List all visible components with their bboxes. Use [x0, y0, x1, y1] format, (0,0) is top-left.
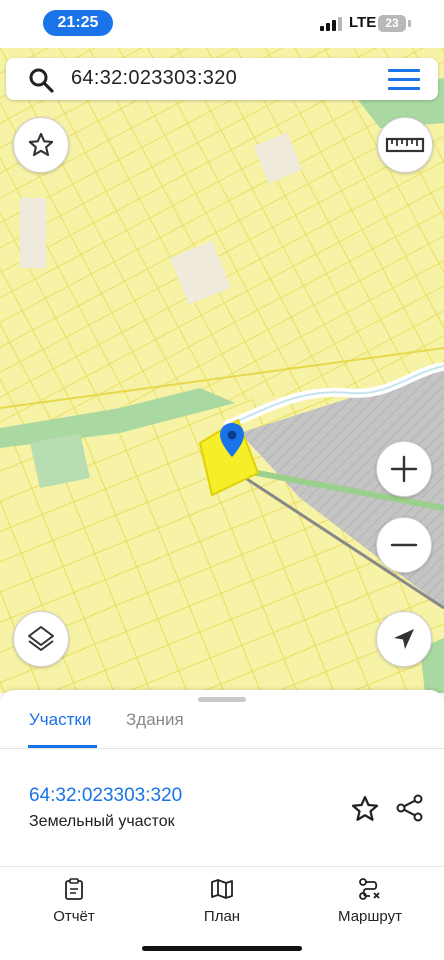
search-input[interactable]: 64:32:023303:320 — [71, 67, 237, 90]
search-bar[interactable]: 64:32:023303:320 — [6, 58, 438, 100]
share-icon[interactable] — [395, 793, 425, 823]
favorite-button[interactable] — [13, 117, 69, 173]
map-icon — [211, 879, 233, 899]
nav-report[interactable]: Отчёт — [19, 878, 129, 925]
plus-icon — [390, 455, 418, 483]
parcel-type-label: Земельный участок — [29, 813, 175, 830]
tab-buildings[interactable]: Здания — [126, 710, 184, 730]
nav-plan-label: План — [203, 908, 241, 925]
navigation-arrow-icon — [394, 629, 414, 649]
location-pin-icon[interactable] — [219, 422, 245, 458]
status-time: 21:25 — [43, 10, 113, 36]
battery-icon: 23 — [378, 15, 406, 32]
network-label: LTE — [349, 14, 377, 31]
ruler-icon — [385, 137, 425, 153]
bottom-navigation: Отчёт План Маршрут — [0, 868, 444, 960]
zoom-out-button[interactable] — [376, 517, 432, 573]
hamburger-menu-icon[interactable] — [388, 69, 420, 96]
status-bar: 21:25 LTE 23 — [0, 0, 444, 48]
ruler-button[interactable] — [377, 117, 433, 173]
minus-icon — [390, 543, 418, 547]
clipboard-icon — [65, 878, 83, 900]
drag-handle[interactable] — [198, 697, 246, 702]
nav-report-label: Отчёт — [53, 908, 95, 925]
star-icon[interactable] — [350, 794, 380, 824]
zoom-in-button[interactable] — [376, 441, 432, 497]
sheet-divider — [0, 866, 444, 867]
parcel-number-link[interactable]: 64:32:023303:320 — [29, 785, 182, 807]
layers-icon — [28, 626, 54, 651]
nav-plan[interactable]: План — [167, 878, 277, 925]
my-location-button[interactable] — [376, 611, 432, 667]
signal-icon — [320, 17, 344, 31]
route-icon — [359, 878, 380, 900]
battery-tip — [408, 20, 411, 27]
tab-parcels[interactable]: Участки — [29, 710, 91, 730]
search-icon[interactable] — [28, 67, 54, 93]
star-icon — [28, 132, 54, 157]
nav-route[interactable]: Маршрут — [315, 878, 425, 925]
nav-route-label: Маршрут — [338, 908, 402, 925]
layers-button[interactable] — [13, 611, 69, 667]
results-sheet[interactable]: Участки Здания 64:32:023303:320 Земельны… — [0, 690, 444, 868]
tab-divider — [0, 748, 444, 749]
home-indicator[interactable] — [142, 946, 302, 951]
